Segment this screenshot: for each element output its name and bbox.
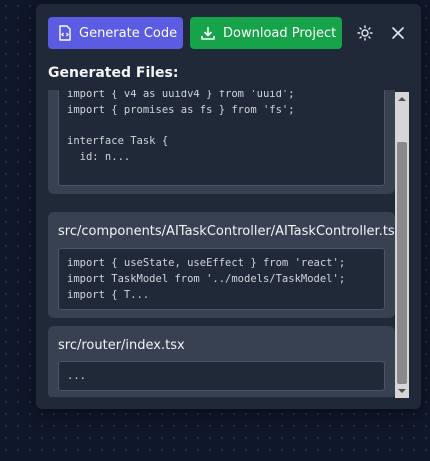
sun-icon [357, 25, 373, 41]
scrollbar-thumb[interactable] [397, 142, 407, 384]
generated-files-panel: Generate Code Download Project Generated… [36, 4, 421, 409]
file-code-icon [58, 25, 72, 41]
code-preview: ... [58, 361, 385, 391]
scroll-up-arrow-icon[interactable] [395, 92, 409, 106]
close-icon [391, 26, 405, 40]
file-card: import { v4 as uuidv4 } from 'uuid'; imp… [48, 90, 395, 194]
generate-code-label: Generate Code [79, 25, 178, 41]
vertical-scrollbar[interactable] [395, 92, 409, 398]
file-card: src/components/AITaskController/AITaskCo… [48, 212, 395, 318]
toolbar: Generate Code Download Project [48, 17, 409, 49]
download-project-button[interactable]: Download Project [190, 17, 342, 49]
file-name: src/components/AITaskController/AITaskCo… [58, 224, 395, 239]
download-project-label: Download Project [223, 25, 337, 41]
theme-toggle-button[interactable] [354, 22, 376, 44]
download-icon [200, 25, 216, 41]
close-button[interactable] [388, 22, 410, 44]
section-title: Generated Files: [48, 65, 179, 81]
generated-files-list[interactable]: import { v4 as uuidv4 } from 'uuid'; imp… [48, 90, 395, 397]
code-preview: import { useState, useEffect } from 'rea… [58, 248, 385, 310]
scroll-down-arrow-icon[interactable] [395, 384, 409, 398]
file-card: src/router/index.tsx ... [48, 326, 395, 397]
generate-code-button[interactable]: Generate Code [48, 17, 183, 49]
file-name: src/router/index.tsx [58, 338, 185, 353]
code-preview: import { v4 as uuidv4 } from 'uuid'; imp… [58, 90, 385, 186]
